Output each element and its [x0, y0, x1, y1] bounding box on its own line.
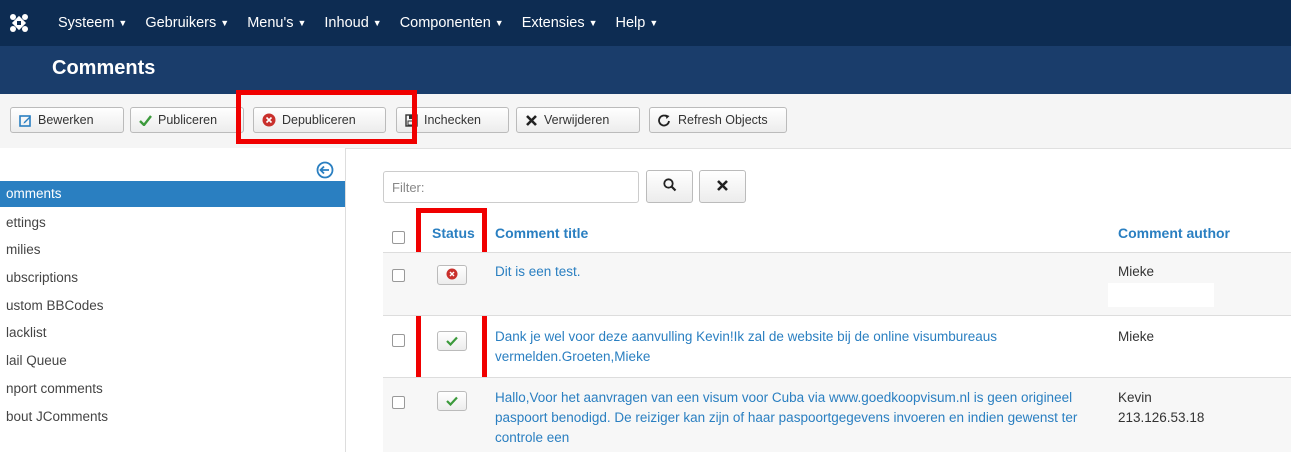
column-header-comment-author[interactable]: Comment author	[1118, 225, 1230, 241]
sidebar-item-subscriptions[interactable]: ubscriptions	[0, 265, 345, 291]
menu-inhoud[interactable]: Inhoud ▼	[324, 15, 381, 31]
comment-author: Kevin	[1118, 390, 1152, 405]
sidebar-item-custom-bbcodes[interactable]: ustom BBCodes	[0, 293, 345, 319]
comment-title-link[interactable]: Dit is een test.	[495, 262, 1095, 282]
delete-x-icon	[525, 114, 538, 127]
sidebar-item-settings[interactable]: ettings	[0, 210, 345, 236]
sidebar-item-import-comments[interactable]: nport comments	[0, 376, 345, 402]
refresh-icon	[658, 114, 672, 127]
caret-down-icon: ▼	[118, 18, 128, 29]
collapse-sidebar-arrow-icon[interactable]	[316, 161, 336, 181]
clear-filter-button[interactable]	[699, 170, 746, 203]
menu-menus[interactable]: Menu's ▼	[247, 15, 306, 31]
menu-extensies[interactable]: Extensies ▼	[522, 15, 598, 31]
checkin-icon	[405, 113, 418, 127]
caret-down-icon: ▼	[372, 18, 382, 29]
caret-down-icon: ▼	[588, 18, 598, 29]
menu-systeem[interactable]: Systeem ▼	[58, 15, 127, 31]
sidebar-item-comments[interactable]: omments	[0, 181, 345, 207]
page-header: Comments	[0, 46, 1291, 94]
menu-gebruikers[interactable]: Gebruikers ▼	[145, 15, 229, 31]
publish-button[interactable]: Publiceren	[130, 107, 244, 133]
unpublish-button[interactable]: Depubliceren	[253, 107, 386, 133]
unpublish-x-circle-icon	[262, 113, 276, 127]
menu-help[interactable]: Help ▼	[616, 15, 659, 31]
delete-button[interactable]: Verwijderen	[516, 107, 640, 133]
sidebar: omments ettings milies ubscriptions usto…	[0, 148, 346, 452]
edit-icon	[19, 114, 32, 127]
caret-down-icon: ▼	[297, 18, 307, 29]
sidebar-item-blacklist[interactable]: lacklist	[0, 320, 345, 346]
sidebar-item-mail-queue[interactable]: lail Queue	[0, 348, 345, 374]
joomla-logo-icon[interactable]	[6, 10, 32, 36]
refresh-objects-button[interactable]: Refresh Objects	[649, 107, 787, 133]
comment-title-link[interactable]: Dank je wel voor deze aanvulling Kevin!I…	[495, 327, 1095, 367]
status-toggle-button[interactable]	[437, 331, 467, 351]
caret-down-icon: ▼	[649, 18, 659, 29]
column-header-status[interactable]: Status	[432, 225, 475, 241]
published-check-icon	[446, 394, 458, 409]
select-all-checkbox[interactable]	[392, 231, 405, 244]
top-navbar: Systeem ▼ Gebruikers ▼ Menu's ▼ Inhoud ▼ Com…	[0, 0, 1291, 46]
caret-down-icon: ▼	[494, 18, 504, 29]
comment-author: Mieke	[1118, 264, 1155, 279]
sidebar-item-about-jcomments[interactable]: bout JComments	[0, 404, 345, 430]
search-icon	[662, 178, 677, 195]
comment-author: Mieke	[1118, 329, 1155, 344]
caret-down-icon: ▼	[220, 18, 230, 29]
row-divider	[383, 315, 1291, 316]
row-checkbox[interactable]	[392, 396, 405, 409]
check-icon	[139, 114, 152, 126]
page-title: Comments	[52, 57, 156, 79]
published-check-icon	[446, 334, 458, 349]
filter-input[interactable]	[383, 171, 639, 203]
comment-title-link[interactable]: Hallo,Voor het aanvragen van een visum v…	[495, 388, 1095, 448]
checkin-button[interactable]: Inchecken	[396, 107, 509, 133]
menu-componenten[interactable]: Componenten ▼	[400, 15, 504, 31]
clear-x-icon	[716, 179, 729, 195]
edit-button[interactable]: Bewerken	[10, 107, 124, 133]
toolbar: Bewerken Publiceren Depubliceren Incheck…	[0, 94, 1291, 149]
row-checkbox[interactable]	[392, 334, 405, 347]
comment-author-ip: 213.126.53.18	[1118, 410, 1205, 425]
status-toggle-button[interactable]	[437, 391, 467, 411]
unpublished-x-circle-icon	[446, 268, 458, 283]
row-checkbox[interactable]	[392, 269, 405, 282]
column-header-comment-title[interactable]: Comment title	[495, 225, 588, 241]
sidebar-item-smilies[interactable]: milies	[0, 237, 345, 263]
status-toggle-button[interactable]	[437, 265, 467, 285]
search-button[interactable]	[646, 170, 693, 203]
comment-ip-redacted	[1108, 283, 1214, 307]
